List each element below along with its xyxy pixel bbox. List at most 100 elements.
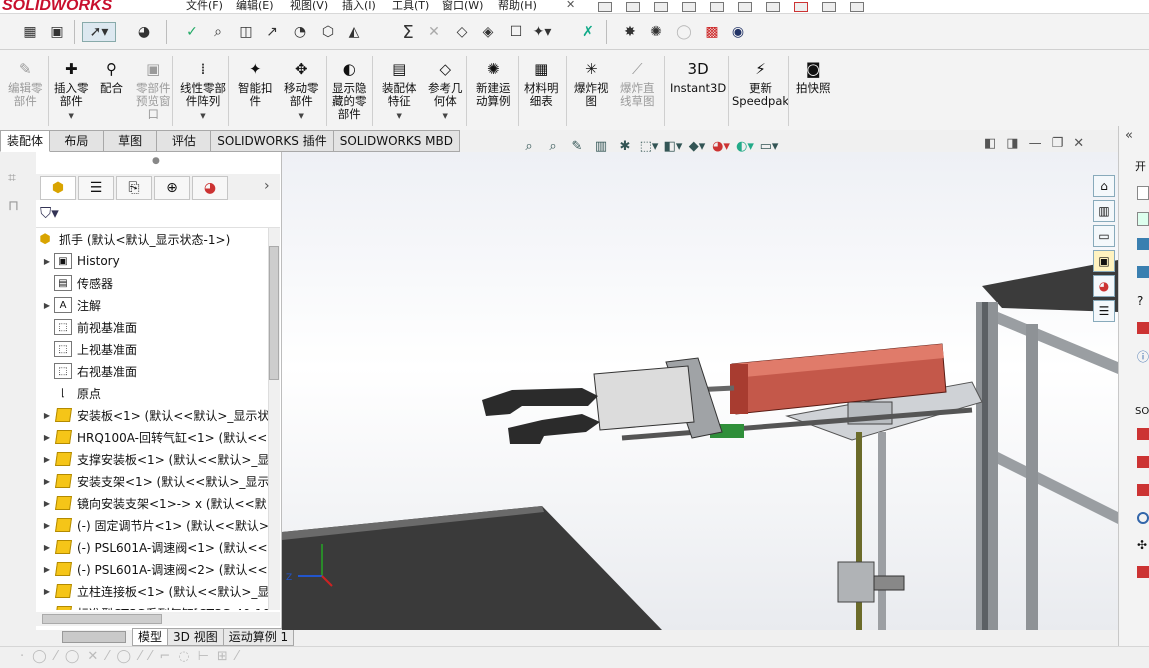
new-icon[interactable] <box>598 2 612 12</box>
sketch-icon[interactable]: ↗ <box>262 22 282 42</box>
menu-edit[interactable]: 编辑(E) <box>236 0 274 13</box>
expand-arrow-icon[interactable]: ▶ <box>40 433 54 442</box>
info-icon[interactable]: ⓘ <box>1137 348 1149 365</box>
save-icon[interactable] <box>654 2 668 12</box>
tab-motion-study[interactable]: 运动算例 1 <box>223 628 295 646</box>
interference-icon[interactable]: ◈ <box>478 22 498 42</box>
tree-item[interactable]: ▶ (-) PSL601A-调速阀<1> (默认<< <box>40 536 268 558</box>
measure-icon[interactable]: ◫ <box>236 22 256 42</box>
search-icon[interactable] <box>822 2 836 12</box>
tab-assembly[interactable]: 装配体 <box>0 130 51 152</box>
expand-arrow-icon[interactable]: ▶ <box>40 543 54 552</box>
panel-grip-icon[interactable]: ● <box>152 156 160 166</box>
expand-arrow-icon[interactable]: ▶ <box>40 609 54 611</box>
zoom-area-icon[interactable]: ⌕ <box>544 137 562 155</box>
chevron-down-icon[interactable]: ▼ <box>397 110 402 123</box>
section-icon[interactable]: ◭ <box>344 22 364 42</box>
line-strip-icon[interactable]: ⊓ <box>8 198 19 214</box>
edit-appearance-icon[interactable]: ◕▾ <box>712 137 730 155</box>
tree-item[interactable]: ⬚ 右视基准面 <box>40 360 268 382</box>
tree-root[interactable]: ⬢ 抓手 (默认<默认_显示状态-1>) <box>36 228 268 250</box>
help-icon[interactable] <box>850 2 864 12</box>
command-snapshot[interactable]: ◙ 拍快照 <box>796 58 831 95</box>
sketch-strip-icon[interactable]: ⌗ <box>8 170 16 186</box>
property-manager-icon[interactable]: ☰ <box>78 176 114 200</box>
learn-icon[interactable] <box>1137 238 1149 250</box>
tree-item[interactable]: ▶ 支撑安装板<1> (默认<<默认>_显 <box>40 448 268 470</box>
command-mate[interactable]: ⚲ 配合 <box>100 58 123 95</box>
display-manager-icon[interactable]: ◕ <box>192 176 228 200</box>
xls-icon[interactable]: ✗ <box>578 22 598 42</box>
tab-sketch[interactable]: 草图 <box>103 130 158 152</box>
options-icon[interactable] <box>794 2 808 12</box>
undo-icon[interactable] <box>710 2 724 12</box>
tree-item[interactable]: ⬚ 前视基准面 <box>40 316 268 338</box>
view-settings-icon[interactable]: ▭▾ <box>760 137 779 155</box>
tree-item[interactable]: ▶ HRQ100A-回转气缸<1> (默认<< <box>40 426 268 448</box>
command-move-component[interactable]: ✥ 移动零 部件 ▼ <box>284 58 319 123</box>
close-icon[interactable]: ✕ <box>1073 136 1084 156</box>
toolbox-icon[interactable]: ✸ <box>620 22 640 42</box>
chevron-down-icon[interactable]: ▼ <box>299 110 304 123</box>
command-smart-fastener[interactable]: ✦ 智能扣 件 <box>238 58 273 108</box>
menu-tools[interactable]: 工具(T) <box>392 0 429 13</box>
chevron-right-icon[interactable]: › <box>264 178 270 194</box>
tree-item[interactable]: ▶ (-) 固定调节片<1> (默认<<默认> <box>40 514 268 536</box>
menu-window[interactable]: 窗口(W) <box>442 0 483 13</box>
scene-icon[interactable]: ◐▾ <box>736 137 754 155</box>
section-view-icon[interactable]: ▥ <box>592 137 610 155</box>
zoom-fit-icon[interactable]: ⌕ <box>520 137 538 155</box>
collapse-pane-icon[interactable]: « <box>1125 128 1133 143</box>
tree-item[interactable]: ▶ 立柱连接板<1> (默认<<默认>_显 <box>40 580 268 602</box>
expand-arrow-icon[interactable]: ▶ <box>40 455 54 464</box>
minimize-icon[interactable]: — <box>1029 136 1042 156</box>
tree-item[interactable]: ▶ (-) PSL601A-调速阀<2> (默认<< <box>40 558 268 580</box>
command-instant3d[interactable]: 3D Instant3D <box>670 58 726 95</box>
config-manager-icon[interactable]: ⎘ <box>116 176 152 200</box>
expand-arrow-icon[interactable]: ▶ <box>40 301 54 310</box>
gauge-icon[interactable]: ◔ <box>290 22 310 42</box>
tab-addins[interactable]: SOLIDWORKS 插件 <box>211 130 334 152</box>
tab-3d-view[interactable]: 3D 视图 <box>168 628 224 646</box>
menu-help[interactable]: 帮助(H) <box>498 0 537 13</box>
command-linear-pattern[interactable]: ⁞ 线性零部 件阵列 ▼ <box>180 58 226 123</box>
menu-file[interactable]: 文件(F) <box>186 0 223 13</box>
task-red-3-icon[interactable] <box>1137 484 1149 496</box>
select-arrow-icon[interactable]: ➚▾ <box>82 22 116 42</box>
maximize-icon[interactable]: ❐ <box>1052 136 1064 156</box>
tree-item[interactable]: ▶ 安装板<1> (默认<<默认>_显示状 <box>40 404 268 426</box>
menu-insert[interactable]: 插入(I) <box>342 0 376 13</box>
properties-icon[interactable]: ▦ <box>20 22 40 42</box>
feature-tree-icon[interactable]: ⬢ <box>40 176 76 200</box>
sum-icon[interactable]: Σ <box>398 22 418 43</box>
tree-item[interactable]: ▤ 传感器 <box>40 272 268 294</box>
restore-right-icon[interactable]: ◨ <box>1006 136 1018 156</box>
tab-scroll-arrows[interactable] <box>62 631 126 643</box>
task-red-4-icon[interactable] <box>1137 566 1149 578</box>
filter-icon[interactable]: ⛉▾ <box>40 204 59 222</box>
pin-icon[interactable]: ✕ <box>566 0 575 11</box>
help-circle-icon[interactable]: ? <box>1137 294 1143 308</box>
home-icon[interactable]: ⌂ <box>1093 175 1115 197</box>
properties-list-icon[interactable]: ☰ <box>1093 300 1115 322</box>
chevron-down-icon[interactable]: ▼ <box>69 110 74 123</box>
tree-scroll-thumb[interactable] <box>269 246 279 380</box>
expand-arrow-icon[interactable]: ▶ <box>40 499 54 508</box>
command-exploded-view[interactable]: ✳ 爆炸视 图 <box>574 58 609 108</box>
tree-item[interactable]: ▶ ▣ History <box>40 250 268 272</box>
command-bom[interactable]: ▦ 材料明 细表 <box>524 58 559 108</box>
tab-evaluate[interactable]: 评估 <box>157 130 212 152</box>
expand-arrow-icon[interactable]: ▶ <box>40 587 54 596</box>
chevron-down-icon[interactable]: ▼ <box>443 110 448 123</box>
mass-icon[interactable]: ⬡ <box>318 22 338 42</box>
view-orientation-icon[interactable]: ⬚▾ <box>640 137 659 155</box>
library-icon[interactable]: ▥ <box>1093 200 1115 222</box>
print-icon[interactable] <box>682 2 696 12</box>
pdf-icon[interactable]: ▩ <box>702 22 722 42</box>
command-reference-geometry[interactable]: ◇ 参考几 何体 ▼ <box>428 58 463 123</box>
dynamic-annotation-icon[interactable]: ✱ <box>616 137 634 155</box>
red-tool-icon[interactable] <box>1137 322 1149 334</box>
previous-view-icon[interactable]: ✎ <box>568 137 586 155</box>
expand-arrow-icon[interactable]: ▶ <box>40 411 54 420</box>
command-speedpak[interactable]: ⚡ 更新 Speedpak <box>732 58 789 108</box>
